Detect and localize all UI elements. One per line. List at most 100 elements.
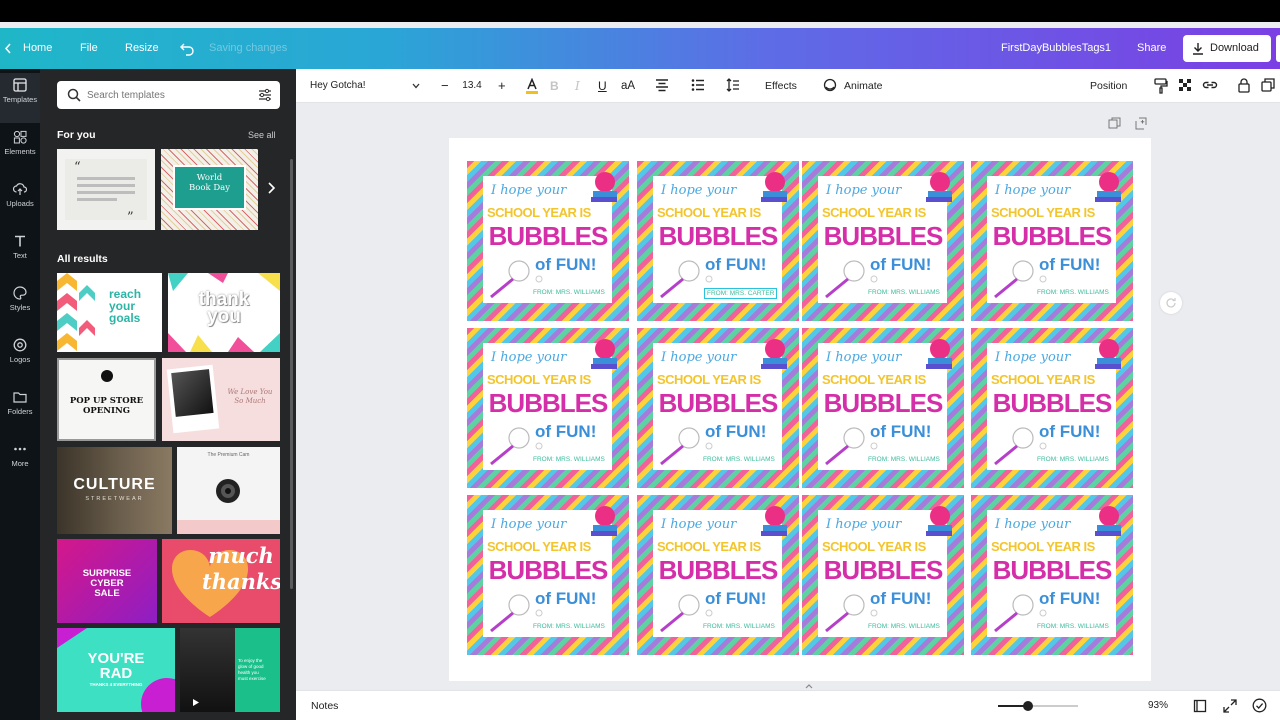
- template-card-culture[interactable]: CULTURE STREETWEAR: [57, 447, 172, 534]
- rail-item-logos[interactable]: Logos: [0, 333, 40, 383]
- tag-line-fun: of FUN!: [870, 255, 932, 274]
- template-card-reach-your-goals[interactable]: reach your goals: [57, 273, 162, 352]
- carousel-next-icon[interactable]: [267, 181, 276, 200]
- resize-button[interactable]: Resize: [125, 28, 159, 69]
- template-card-camera[interactable]: The Premium Cam: [177, 447, 280, 534]
- font-size-field[interactable]: 13.4: [459, 76, 485, 96]
- template-card-cyber-sale[interactable]: SURPRISE CYBER SALE: [57, 539, 157, 623]
- tag-line-school: SCHOOL YEAR IS: [991, 205, 1095, 220]
- effects-button[interactable]: Effects: [765, 69, 797, 103]
- template-search-input[interactable]: [87, 86, 247, 104]
- template-card-pop-up-store[interactable]: POP UP STORE OPENING: [57, 358, 156, 441]
- filter-icon[interactable]: [258, 88, 272, 102]
- add-page-icon[interactable]: [1134, 117, 1147, 130]
- bubbles-tag[interactable]: I hope your SCHOOL YEAR IS BUBBLES of FUN! F…: [802, 328, 964, 488]
- animate-button[interactable]: Animate: [844, 69, 883, 103]
- bubbles-tag[interactable]: I hope your SCHOOL YEAR IS BUBBLES of FUN! F…: [637, 328, 799, 488]
- back-chevron-icon[interactable]: [4, 28, 12, 69]
- fullscreen-icon[interactable]: [1223, 699, 1237, 713]
- zoom-slider[interactable]: [998, 701, 1078, 711]
- lock-icon[interactable]: [1238, 78, 1250, 93]
- page-view-icon[interactable]: [1193, 699, 1207, 713]
- template-card-we-love-you[interactable]: We Love You So Much: [162, 358, 280, 441]
- zoom-level[interactable]: 93%: [1148, 691, 1168, 720]
- bubbles-tag[interactable]: I hope your SCHOOL YEAR IS BUBBLES of FUN! F…: [637, 161, 799, 321]
- notes-button[interactable]: Notes: [311, 691, 338, 720]
- template-card-much-thanks[interactable]: much thanks: [162, 539, 280, 623]
- rail-item-styles[interactable]: Styles: [0, 281, 40, 331]
- align-center-icon[interactable]: [655, 78, 669, 92]
- paint-roller-icon[interactable]: [1154, 78, 1168, 94]
- bubbles-tag[interactable]: I hope your SCHOOL YEAR IS BUBBLES of FUN! F…: [971, 328, 1133, 488]
- rail-item-elements[interactable]: Elements: [0, 125, 40, 175]
- zoom-slider-knob[interactable]: [1023, 701, 1034, 711]
- tag-line-hope: I hope your: [995, 350, 1071, 365]
- elements-icon: [13, 130, 27, 144]
- tag-from-text: FROM: MRS. WILLIAMS: [533, 623, 605, 630]
- bubbles-tag[interactable]: I hope your SCHOOL YEAR IS BUBBLES of FUN! F…: [467, 495, 629, 655]
- see-all-link[interactable]: See all: [248, 130, 276, 140]
- tag-line-fun: of FUN!: [535, 589, 597, 608]
- template-card-thank-you[interactable]: thank you: [168, 273, 280, 352]
- bubbles-tag[interactable]: I hope your SCHOOL YEAR IS BUBBLES of FUN! F…: [971, 495, 1133, 655]
- tag-line-school: SCHOOL YEAR IS: [487, 372, 591, 387]
- document-title[interactable]: FirstDayBubblesTags1: [1001, 28, 1111, 69]
- home-button[interactable]: Home: [23, 28, 52, 69]
- rail-item-folders[interactable]: Folders: [0, 385, 40, 435]
- duplicate-page-icon[interactable]: [1108, 117, 1121, 130]
- tag-line-school: SCHOOL YEAR IS: [822, 539, 926, 554]
- show-pages-chevron-icon[interactable]: [804, 683, 814, 689]
- rail-item-more[interactable]: More: [0, 437, 40, 487]
- bubbles-tag[interactable]: I hope your SCHOOL YEAR IS BUBBLES of FUN! F…: [802, 495, 964, 655]
- palette-icon: [13, 286, 27, 300]
- transparency-icon[interactable]: [1178, 78, 1192, 92]
- tag-line-bubbles: BUBBLES: [823, 388, 944, 418]
- rotate-handle[interactable]: [1160, 292, 1182, 314]
- download-button[interactable]: Download: [1183, 35, 1271, 62]
- more-options-button[interactable]: [1276, 35, 1280, 62]
- photo-frame: [166, 364, 220, 434]
- template-card-video[interactable]: To enjoy the glow of good health you mus…: [180, 628, 280, 712]
- file-menu-button[interactable]: File: [80, 28, 98, 69]
- tag-line-fun: of FUN!: [535, 255, 597, 274]
- tag-line-hope: I hope your: [995, 183, 1071, 198]
- animate-icon[interactable]: [823, 78, 837, 92]
- underline-icon[interactable]: U: [598, 69, 607, 103]
- bold-icon[interactable]: B: [550, 69, 559, 103]
- letter-case-icon[interactable]: aA: [621, 69, 635, 103]
- rail-item-templates[interactable]: Templates: [0, 73, 40, 123]
- tag-line-bubbles: BUBBLES: [992, 555, 1113, 585]
- design-page[interactable]: I hope your SCHOOL YEAR IS BUBBLES of FUN! F…: [449, 138, 1151, 681]
- for-you-heading: For you: [57, 129, 96, 141]
- italic-icon[interactable]: I: [575, 69, 580, 103]
- font-size-decrease-icon[interactable]: −: [441, 69, 449, 103]
- text-icon: [15, 235, 25, 247]
- duplicate-icon[interactable]: [1261, 78, 1275, 92]
- text-color-icon[interactable]: [525, 78, 539, 94]
- share-button[interactable]: Share: [1137, 28, 1166, 69]
- bubbles-tag[interactable]: I hope your SCHOOL YEAR IS BUBBLES of FUN! F…: [971, 161, 1133, 321]
- font-family-dropdown[interactable]: Hey Gotcha!: [304, 74, 426, 98]
- template-card-quote[interactable]: “ ”: [57, 149, 155, 230]
- line-spacing-icon[interactable]: [726, 78, 740, 92]
- bubbles-tag[interactable]: I hope your SCHOOL YEAR IS BUBBLES of FUN! F…: [467, 161, 629, 321]
- rail-label: Templates: [2, 95, 38, 104]
- position-button[interactable]: Position: [1090, 69, 1127, 103]
- bubbles-tag[interactable]: I hope your SCHOOL YEAR IS BUBBLES of FUN! F…: [467, 328, 629, 488]
- panel-scrollbar[interactable]: [290, 159, 293, 589]
- rail-item-text[interactable]: Text: [0, 229, 40, 279]
- bubbles-tag[interactable]: I hope your SCHOOL YEAR IS BUBBLES of FUN! F…: [637, 495, 799, 655]
- template-card-youre-rad[interactable]: YOU'RE RAD THANKS 4 EVERYTHING: [57, 628, 175, 712]
- font-size-increase-icon[interactable]: +: [498, 69, 506, 103]
- rail-item-uploads[interactable]: Uploads: [0, 177, 40, 227]
- tag-line-school: SCHOOL YEAR IS: [657, 372, 761, 387]
- template-card-world-book-day[interactable]: World Book Day: [161, 149, 258, 230]
- undo-icon[interactable]: [180, 28, 194, 69]
- rail-label: Logos: [9, 355, 31, 364]
- rail-label: Styles: [9, 303, 31, 312]
- card-text: So Much: [234, 397, 266, 405]
- check-circle-icon[interactable]: [1252, 698, 1267, 713]
- bullet-list-icon[interactable]: [691, 78, 705, 92]
- link-icon[interactable]: [1202, 78, 1218, 92]
- bubbles-tag[interactable]: I hope your SCHOOL YEAR IS BUBBLES of FUN! F…: [802, 161, 964, 321]
